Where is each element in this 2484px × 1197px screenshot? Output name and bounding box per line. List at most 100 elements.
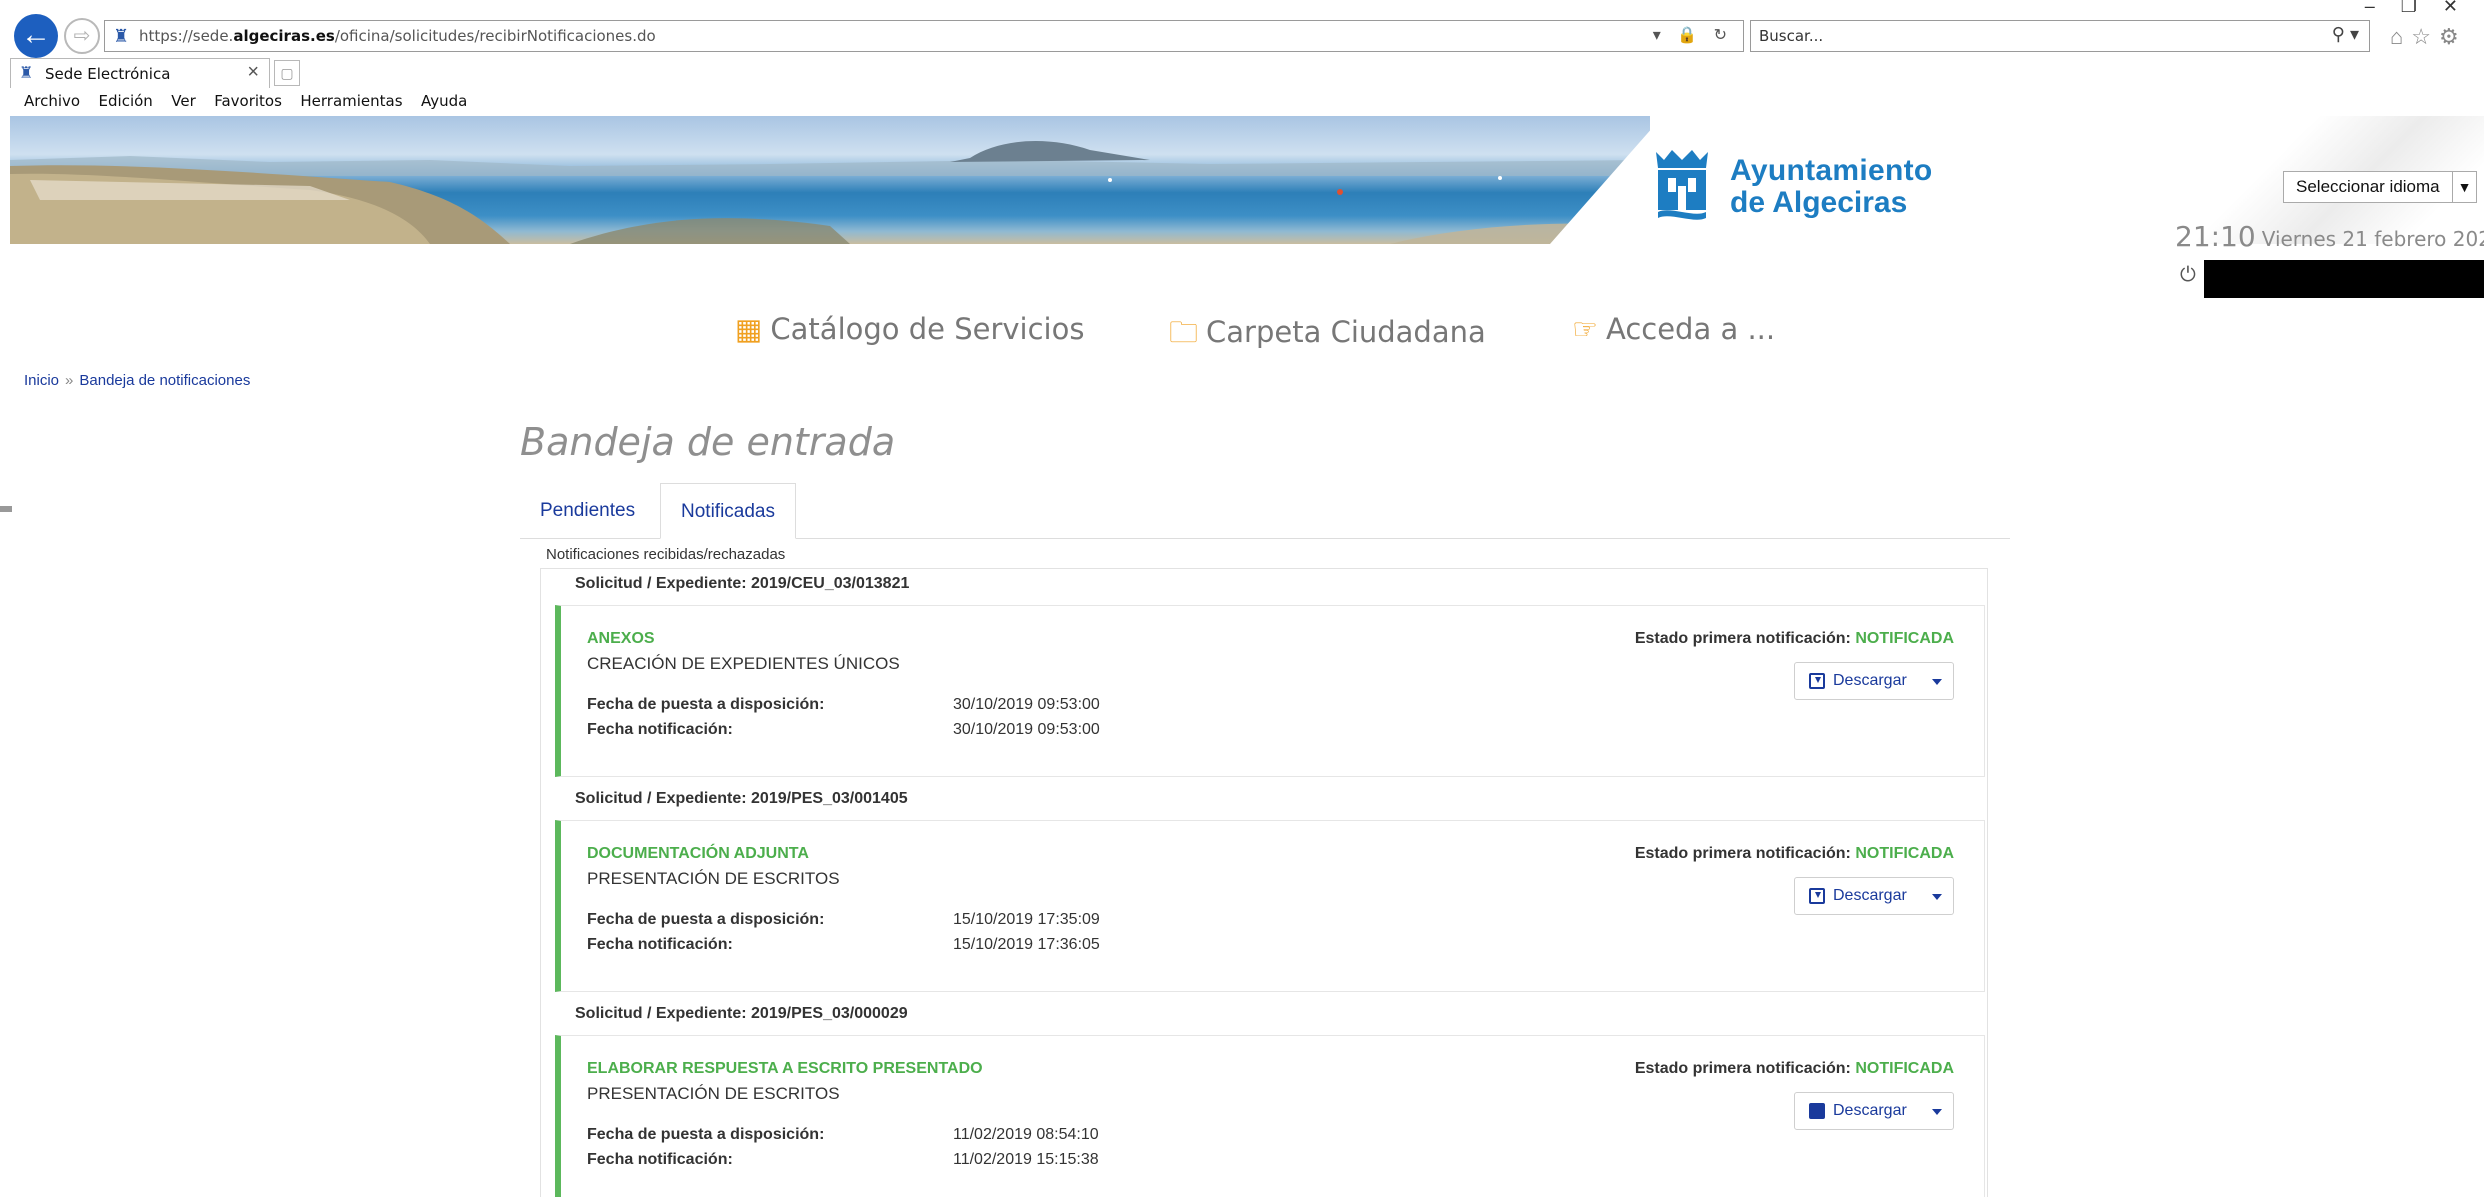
- fecha-puesta-label: Fecha de puesta a disposición:: [587, 911, 825, 928]
- banner-bay-photo: [10, 116, 1650, 244]
- status-badge: NOTIFICADA: [1855, 845, 1954, 862]
- fecha-notificacion-value: 15/10/2019 17:36:05: [953, 936, 1100, 953]
- side-handle: [0, 506, 12, 512]
- breadcrumb-home[interactable]: Inicio: [24, 372, 59, 389]
- window-controls: –❐✕: [2365, 0, 2484, 17]
- restore-icon[interactable]: ❐: [2401, 0, 2443, 16]
- download-options-dropdown[interactable]: [1921, 662, 1954, 700]
- browser-tab[interactable]: ♜ Sede Electrónica ×: [10, 58, 270, 88]
- power-icon[interactable]: ⏻: [2180, 264, 2196, 287]
- download-button[interactable]: Descargar: [1794, 1092, 1922, 1130]
- document-icon: [1809, 1103, 1825, 1119]
- nav-acceda[interactable]: ☞ Acceda a ...: [1572, 312, 1775, 346]
- tab-notificadas[interactable]: Notificadas: [660, 483, 796, 539]
- notification-title: ELABORAR RESPUESTA A ESCRITO PRESENTADO: [587, 1060, 983, 1077]
- tab-pendientes[interactable]: Pendientes: [520, 483, 655, 539]
- browser-search-box[interactable]: ⚲ ▾: [1750, 20, 2370, 52]
- menu-favoritos[interactable]: Favoritos: [214, 88, 282, 114]
- browser-toolbar-icons: ⌂☆⚙: [2390, 24, 2467, 50]
- menu-ayuda[interactable]: Ayuda: [421, 88, 467, 114]
- fecha-puesta-label: Fecha de puesta a disposición:: [587, 1126, 825, 1143]
- forward-button[interactable]: ⇨: [64, 18, 100, 54]
- estado-label: Estado primera notificación:: [1634, 630, 1851, 647]
- favorites-star-icon[interactable]: ☆: [2411, 24, 2439, 49]
- logo-text-line1: Ayuntamiento: [1730, 154, 1933, 187]
- grid-icon: ▦: [735, 312, 763, 346]
- notification-card: ANEXOS CREACIÓN DE EXPEDIENTES ÚNICOS Fe…: [555, 605, 1985, 777]
- clock-time: 21:10: [2175, 220, 2256, 253]
- list-subtitle: Notificaciones recibidas/rechazadas: [546, 546, 786, 563]
- menu-edicion[interactable]: Edición: [99, 88, 153, 114]
- expediente-header: Solicitud / Expediente: 2019/PES_03/0014…: [575, 790, 908, 807]
- expediente-header: Solicitud / Expediente: 2019/PES_03/0000…: [575, 1005, 908, 1022]
- folder-icon: 🗀: [1169, 315, 1199, 349]
- new-tab-button[interactable]: ▢: [274, 60, 300, 86]
- download-icon: [1809, 888, 1825, 904]
- estado-notificacion: Estado primera notificación: NOTIFICADA: [1635, 1060, 1954, 1078]
- fecha-notificacion-value: 11/02/2019 15:15:38: [953, 1151, 1099, 1168]
- inbox-tabs: Pendientes Notificadas: [520, 483, 2010, 539]
- home-icon[interactable]: ⌂: [2390, 24, 2411, 49]
- estado-notificacion: Estado primera notificación: NOTIFICADA: [1635, 630, 1954, 648]
- nav-carpeta-label: Carpeta Ciudadana: [1206, 315, 1486, 349]
- download-label: Descargar: [1833, 1102, 1907, 1119]
- menu-archivo[interactable]: Archivo: [24, 88, 80, 114]
- nav-catalogo-servicios[interactable]: ▦ Catálogo de Servicios: [735, 312, 1084, 346]
- gear-icon[interactable]: ⚙: [2439, 24, 2467, 49]
- notification-title: DOCUMENTACIÓN ADJUNTA: [587, 845, 809, 862]
- page-title: Bandeja de entrada: [520, 420, 896, 464]
- logo-text-line2: de Algeciras: [1730, 186, 1908, 219]
- fecha-notificacion-label: Fecha notificación:: [587, 1151, 733, 1168]
- clock-date: Viernes 21 febrero 2020: [2261, 227, 2484, 251]
- tab-title: Sede Electrónica: [45, 65, 171, 83]
- notification-subtitle: CREACIÓN DE EXPEDIENTES ÚNICOS: [587, 654, 900, 673]
- download-button[interactable]: Descargar: [1794, 877, 1922, 915]
- tab-favicon-icon: ♜: [19, 65, 34, 82]
- fecha-puesta-label: Fecha de puesta a disposición:: [587, 696, 825, 713]
- address-bar[interactable]: ♜ https://sede.algeciras.es/oficina/soli…: [104, 20, 1744, 52]
- download-button[interactable]: Descargar: [1794, 662, 1922, 700]
- city-crest-icon: [1656, 150, 1708, 220]
- download-options-dropdown[interactable]: [1921, 1092, 1954, 1130]
- banner-landscape: [10, 140, 1650, 244]
- language-select-label: Seleccionar idioma: [2296, 177, 2440, 196]
- site-favicon-icon: ♜: [113, 26, 130, 46]
- notification-list: Solicitud / Expediente: 2019/CEU_03/0138…: [540, 568, 1988, 1197]
- browser-chrome: ← ⇨ ♜ https://sede.algeciras.es/oficina/…: [0, 0, 2484, 112]
- back-button[interactable]: ←: [14, 14, 58, 58]
- notification-card: ELABORAR RESPUESTA A ESCRITO PRESENTADO …: [555, 1035, 1985, 1197]
- breadcrumb-current[interactable]: Bandeja de notificaciones: [79, 372, 250, 389]
- expediente-header: Solicitud / Expediente: 2019/CEU_03/0138…: [575, 575, 910, 592]
- fecha-puesta-value: 15/10/2019 17:35:09: [953, 911, 1100, 928]
- site-banner: Ayuntamiento de Algeciras: [10, 116, 2484, 244]
- menu-ver[interactable]: Ver: [171, 88, 196, 114]
- menu-herramientas[interactable]: Herramientas: [300, 88, 402, 114]
- download-options-dropdown[interactable]: [1921, 877, 1954, 915]
- close-icon[interactable]: ✕: [2443, 0, 2484, 16]
- language-select[interactable]: Seleccionar idioma ▼: [2283, 171, 2477, 203]
- nav-carpeta-ciudadana[interactable]: 🗀 Carpeta Ciudadana: [1169, 312, 1486, 361]
- search-icon[interactable]: ⚲ ▾: [2332, 24, 2359, 45]
- estado-label: Estado primera notificación:: [1634, 845, 1851, 862]
- notification-card: DOCUMENTACIÓN ADJUNTA PRESENTACIÓN DE ES…: [555, 820, 1985, 992]
- fecha-notificacion-value: 30/10/2019 09:53:00: [953, 721, 1100, 738]
- status-badge: NOTIFICADA: [1855, 1060, 1954, 1077]
- tab-close-icon[interactable]: ×: [247, 61, 259, 84]
- breadcrumb-separator: »: [65, 372, 74, 389]
- url-text: https://sede.algeciras.es/oficina/solici…: [139, 27, 656, 45]
- user-session-bar: ⏻: [2180, 260, 2484, 298]
- url-tools-icon[interactable]: ▾ 🔒 ↻: [1653, 25, 1733, 47]
- address-bar-row: ← ⇨ ♜ https://sede.algeciras.es/oficina/…: [0, 0, 2484, 62]
- download-icon: [1809, 673, 1825, 689]
- estado-label: Estado primera notificación:: [1634, 1060, 1851, 1077]
- minimize-icon[interactable]: –: [2365, 0, 2401, 16]
- chevron-down-icon: ▼: [2452, 172, 2476, 202]
- download-label: Descargar: [1833, 672, 1907, 689]
- fecha-puesta-value: 11/02/2019 08:54:10: [953, 1126, 1099, 1143]
- notification-subtitle: PRESENTACIÓN DE ESCRITOS: [587, 869, 840, 888]
- ayuntamiento-logo[interactable]: Ayuntamiento de Algeciras: [1650, 146, 1950, 226]
- search-input[interactable]: [1759, 25, 2299, 47]
- pointing-hand-icon: ☞: [1572, 312, 1598, 346]
- fecha-puesta-value: 30/10/2019 09:53:00: [953, 696, 1100, 713]
- redacted-user-box: [2204, 260, 2484, 298]
